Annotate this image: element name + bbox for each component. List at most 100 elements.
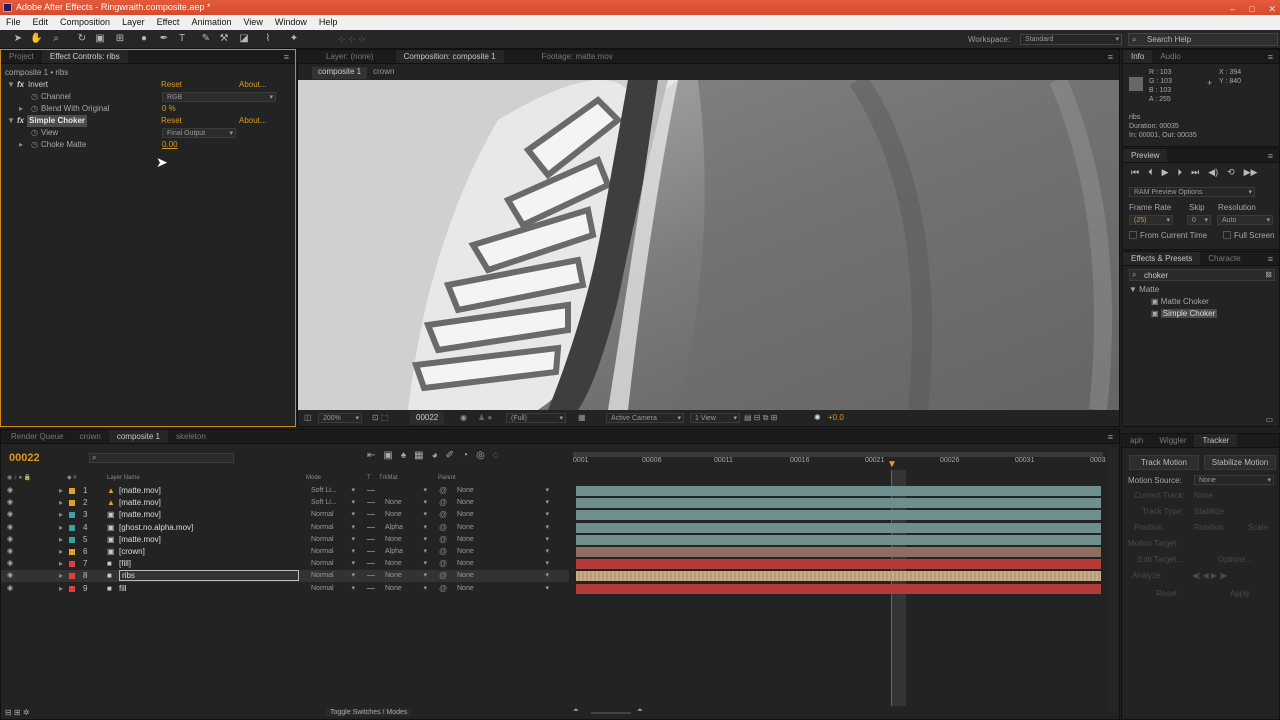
current-time-indicator-icon[interactable]: ▼	[887, 460, 897, 470]
collapse-arrow-icon[interactable]: ▼	[7, 79, 15, 91]
layer-row[interactable]: ◉ ▸ 6 ▣ [crown] Normal Alpha @ None	[1, 546, 569, 558]
brainstorm-icon[interactable]: ✐	[446, 450, 454, 461]
zoom-in-icon[interactable]: ⏶	[637, 707, 643, 715]
preserve-transparency-toggle[interactable]	[367, 526, 375, 528]
stopwatch-icon[interactable]: ◷	[31, 91, 38, 103]
exposure-icon[interactable]: ✺	[814, 411, 821, 425]
panel-menu-icon[interactable]: ≡	[1268, 151, 1273, 161]
analyze-buttons-icons[interactable]: ◀| ◀ ▶ |▶	[1192, 571, 1227, 580]
label-color-swatch[interactable]	[69, 585, 75, 592]
parent-pickwhip-icon[interactable]: @	[439, 570, 447, 582]
parent-pickwhip-icon[interactable]: @	[439, 546, 447, 558]
parent-dropdown[interactable]: None	[453, 486, 551, 496]
new-folder-icon[interactable]: ▭	[1265, 415, 1273, 424]
parent-dropdown[interactable]: None	[453, 547, 551, 557]
expand-arrow-icon[interactable]: ▸	[59, 509, 63, 521]
tab-footage[interactable]: Footage: matte.mov	[534, 50, 621, 63]
hide-shy-icon[interactable]: ♠	[401, 450, 406, 461]
parent-pickwhip-icon[interactable]: @	[439, 534, 447, 546]
apply-button[interactable]: Apply	[1230, 589, 1250, 598]
hand-tool-icon[interactable]: ✋	[30, 33, 42, 45]
about-link[interactable]: About...	[239, 79, 267, 91]
time-ruler[interactable]: 0001 00006 00011 00016 00021 00026 00031…	[573, 450, 1106, 472]
layer-mode-dropdown[interactable]: Soft Li...	[307, 498, 357, 508]
rotation-checkbox[interactable]: Rotation	[1194, 523, 1224, 532]
layer-search-field[interactable]: ⌕	[89, 453, 234, 463]
label-color-swatch[interactable]	[69, 549, 75, 555]
menu-view[interactable]: View	[237, 15, 268, 30]
track-matte-dropdown[interactable]: None	[381, 510, 429, 520]
parent-pickwhip-icon[interactable]: @	[439, 558, 447, 570]
tab-effect-controls[interactable]: Effect Controls: ribs	[41, 50, 128, 63]
pen-tool-icon[interactable]: ✒	[158, 33, 170, 45]
play-icon[interactable]: ▶	[1162, 167, 1169, 178]
skip-field[interactable]: 0	[1187, 215, 1211, 225]
tab-layer[interactable]: Layer: (none)	[318, 50, 382, 63]
toggle-switches-modes[interactable]: Toggle Switches / Modes	[326, 709, 412, 716]
loop-icon[interactable]: ⟲	[1227, 167, 1235, 178]
live-update-icon[interactable]: ◌	[493, 450, 499, 461]
parent-dropdown[interactable]: None	[453, 498, 551, 508]
track-matte-dropdown[interactable]: None	[381, 584, 429, 594]
menu-edit[interactable]: Edit	[27, 15, 55, 30]
expand-arrow-icon[interactable]: ▸	[59, 497, 63, 509]
frame-blending-icon[interactable]: ▦	[414, 450, 423, 461]
camera-dropdown[interactable]: Active Camera	[606, 413, 684, 423]
resolution-dropdown[interactable]: (Full)	[506, 413, 566, 423]
layer-mode-dropdown[interactable]: Normal	[307, 584, 357, 594]
panel-menu-icon[interactable]: ≡	[284, 52, 289, 62]
next-frame-icon[interactable]: ⏵	[1178, 167, 1183, 178]
layer-name[interactable]: [crown]	[119, 546, 145, 558]
layer-mode-dropdown[interactable]: Normal	[307, 523, 357, 533]
visibility-eye-icon[interactable]: ◉	[7, 522, 13, 534]
stopwatch-icon[interactable]: ◷	[31, 103, 38, 115]
layer-mode-dropdown[interactable]: Normal	[307, 571, 357, 581]
label-color-swatch[interactable]	[69, 573, 75, 580]
menu-effect[interactable]: Effect	[151, 15, 186, 30]
layer-name[interactable]: [matte.mov]	[119, 509, 161, 521]
tab-tracker[interactable]: Tracker	[1194, 434, 1238, 447]
parent-dropdown[interactable]: None	[453, 510, 551, 520]
layer-row[interactable]: ◉ ▸ 7 ■ [fill] Normal None @ None	[1, 558, 569, 570]
position-checkbox[interactable]: Position	[1134, 523, 1162, 532]
auto-keyframe-icon[interactable]: ◎	[476, 450, 485, 461]
parent-pickwhip-icon[interactable]: @	[439, 583, 447, 595]
stopwatch-icon[interactable]: ◷	[31, 127, 38, 139]
menu-animation[interactable]: Animation	[185, 15, 237, 30]
layer-row[interactable]: ◉ ▸ 4 ▣ [ghost.no.alpha.mov] Normal Alpha @ None	[1, 522, 569, 534]
track-matte-dropdown[interactable]: None	[381, 559, 429, 569]
panel-menu-icon[interactable]: ≡	[1268, 52, 1273, 62]
effect-invert-row[interactable]: ▼ fx Invert Reset About...	[1, 79, 293, 91]
layer-mode-dropdown[interactable]: Normal	[307, 535, 357, 545]
layer-name[interactable]: [matte.mov]	[119, 485, 161, 497]
edit-target-button[interactable]: Edit Target...	[1138, 555, 1183, 564]
scale-checkbox[interactable]: Scale	[1248, 523, 1268, 532]
track-matte-dropdown[interactable]: Alpha	[381, 547, 429, 557]
visibility-eye-icon[interactable]: ◉	[7, 583, 13, 595]
brush-tool-icon[interactable]: ✎	[200, 33, 212, 45]
layer-name-header[interactable]: Layer Name	[107, 473, 140, 483]
label-color-swatch[interactable]	[69, 561, 75, 568]
viewer-timecode[interactable]: 00022	[410, 411, 445, 425]
layer-name[interactable]: [fill]	[119, 558, 131, 570]
layer-mode-dropdown[interactable]: Soft Li...	[307, 486, 357, 496]
effects-search-field[interactable]: ⌕ choker ⊠	[1129, 269, 1275, 281]
show-snapshot-icon[interactable]: ♟ ●	[478, 411, 492, 425]
preserve-transparency-toggle[interactable]	[367, 587, 375, 589]
ram-preview-options-dropdown[interactable]: RAM Preview Options	[1129, 187, 1255, 197]
pan-behind-tool-icon[interactable]: ⊞	[114, 33, 126, 45]
parent-pickwhip-icon[interactable]: @	[439, 485, 447, 497]
zoom-slider[interactable]: ⏶ ⏶	[573, 707, 673, 716]
panel-menu-icon[interactable]: ≡	[1108, 52, 1113, 62]
first-frame-icon[interactable]: ⏮	[1131, 167, 1139, 178]
label-color-swatch[interactable]	[69, 536, 75, 543]
label-color-swatch[interactable]	[69, 512, 75, 519]
layer-duration-bar[interactable]	[576, 510, 1101, 521]
collapse-arrow-icon[interactable]: ▼	[1129, 285, 1137, 294]
view-options-icon[interactable]: ▤ ⊟ ⧉ ⊞	[744, 411, 777, 425]
layer-duration-bar[interactable]	[576, 486, 1101, 496]
preserve-transparency-toggle[interactable]	[367, 502, 375, 504]
tab-composition[interactable]: Composition: composite 1	[395, 50, 504, 63]
expand-arrow-icon[interactable]: ▸	[19, 139, 23, 151]
tab-crown[interactable]: crown	[71, 430, 108, 443]
